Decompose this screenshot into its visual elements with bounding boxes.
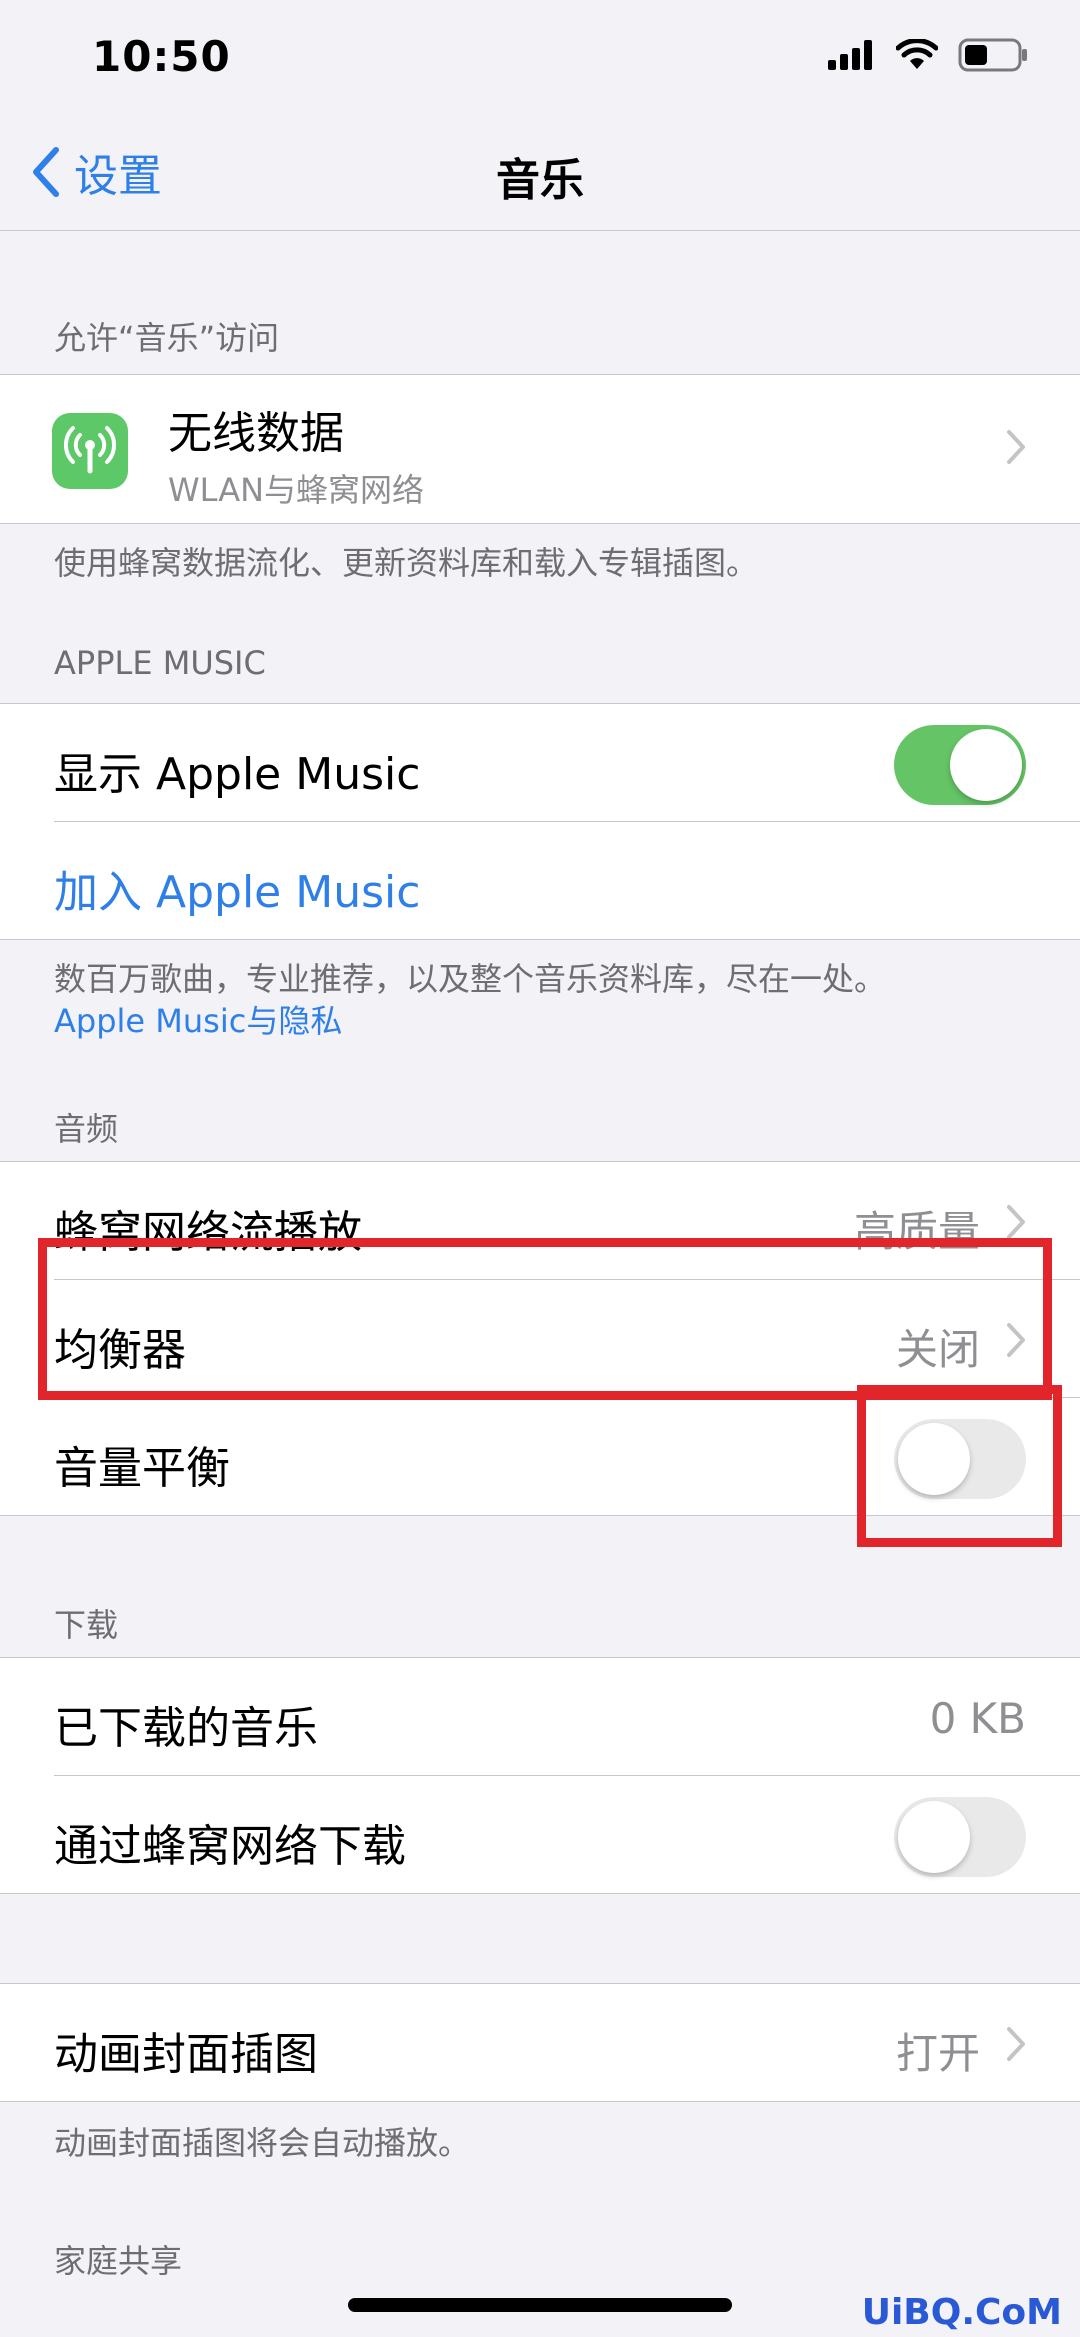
section-header-apple-music: APPLE MUSIC bbox=[54, 644, 266, 682]
chevron-right-icon bbox=[1007, 2027, 1025, 2061]
wireless-data-subtitle: WLAN与蜂窝网络 bbox=[168, 471, 425, 509]
downloaded-music-size: 0 KB bbox=[929, 1694, 1026, 1743]
chevron-right-icon bbox=[1007, 430, 1025, 464]
highlight-box-volume-toggle bbox=[857, 1385, 1062, 1547]
battery-icon bbox=[958, 38, 1027, 72]
section-header-download: 下载 bbox=[54, 1606, 119, 1644]
downloaded-music-label: 已下载的音乐 bbox=[54, 1703, 318, 1754]
section-header-family-sharing: 家庭共享 bbox=[54, 2242, 183, 2280]
join-apple-music-row[interactable]: 加入 Apple Music bbox=[54, 822, 1080, 939]
chevron-right-icon bbox=[1007, 1205, 1025, 1239]
animated-artwork-value: 打开 bbox=[895, 2029, 980, 2078]
access-group: 无线数据 WLAN与蜂窝网络 bbox=[0, 374, 1080, 524]
highlight-box-equalizer bbox=[38, 1238, 1052, 1400]
status-icons bbox=[828, 38, 1028, 72]
section-header-access: 允许“音乐”访问 bbox=[54, 319, 280, 357]
status-bar: 10:50 bbox=[0, 0, 1080, 110]
animated-artwork-label: 动画封面插图 bbox=[54, 2029, 318, 2080]
section-header-audio: 音频 bbox=[54, 1110, 119, 1148]
apple-music-footer-text: 数百万歌曲，专业推荐，以及整个音乐资料库，尽在一处。 bbox=[54, 960, 887, 998]
access-footer: 使用蜂窝数据流化、更新资料库和载入专辑插图。 bbox=[54, 544, 759, 582]
cellular-download-label: 通过蜂窝网络下载 bbox=[54, 1821, 406, 1872]
cellular-download-toggle[interactable] bbox=[894, 1797, 1026, 1877]
wireless-data-title: 无线数据 bbox=[168, 408, 344, 459]
status-time: 10:50 bbox=[92, 32, 231, 81]
wireless-data-row[interactable]: 无线数据 WLAN与蜂窝网络 bbox=[0, 375, 1080, 523]
cellular-signal-icon bbox=[828, 40, 872, 70]
wifi-icon bbox=[896, 39, 938, 69]
apple-music-footer: 数百万歌曲，专业推荐，以及整个音乐资料库，尽在一处。 Apple Music与隐… bbox=[54, 958, 1014, 1042]
page-title: 音乐 bbox=[496, 155, 584, 206]
animated-artwork-group: 动画封面插图 打开 bbox=[0, 1983, 1080, 2102]
toggle-knob bbox=[950, 729, 1022, 801]
home-indicator[interactable] bbox=[348, 2298, 732, 2312]
show-apple-music-row: 显示 Apple Music bbox=[54, 704, 1080, 822]
animated-artwork-footer: 动画封面插图将会自动播放。 bbox=[54, 2124, 471, 2162]
downloaded-music-row[interactable]: 已下载的音乐 0 KB bbox=[54, 1658, 1080, 1776]
download-group: 已下载的音乐 0 KB 通过蜂窝网络下载 bbox=[0, 1657, 1080, 1894]
toggle-knob bbox=[898, 1801, 970, 1873]
apple-music-privacy-link[interactable]: Apple Music与隐私 bbox=[54, 1000, 1014, 1042]
antenna-icon bbox=[52, 413, 128, 489]
join-apple-music-link[interactable]: 加入 Apple Music bbox=[54, 856, 420, 920]
apple-music-group: 显示 Apple Music 加入 Apple Music bbox=[0, 703, 1080, 940]
show-apple-music-label: 显示 Apple Music bbox=[54, 749, 421, 800]
cellular-download-row: 通过蜂窝网络下载 bbox=[54, 1776, 1080, 1893]
navigation-bar: 设置 音乐 bbox=[0, 110, 1080, 231]
animated-artwork-row[interactable]: 动画封面插图 打开 bbox=[54, 1984, 1080, 2101]
volume-balance-label: 音量平衡 bbox=[54, 1443, 230, 1494]
watermark: UiBQ.CoM bbox=[861, 2292, 1062, 2333]
show-apple-music-toggle[interactable] bbox=[894, 725, 1026, 805]
